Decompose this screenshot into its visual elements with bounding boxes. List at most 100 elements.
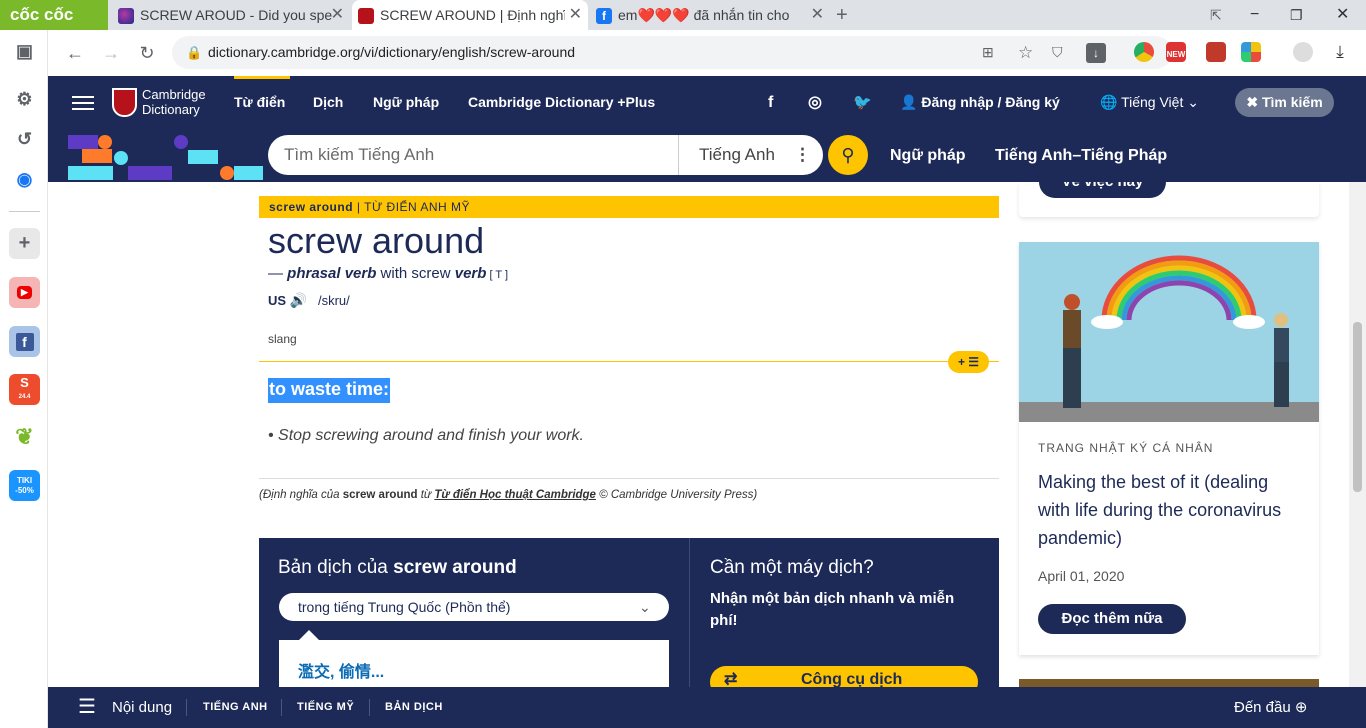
search-button[interactable]: ⚲ xyxy=(828,135,868,175)
jump-english[interactable]: TIẾNG ANH xyxy=(203,687,268,728)
language-label: Tiếng Việt xyxy=(1121,94,1184,110)
speaker-icon[interactable]: 🔊 xyxy=(290,292,307,308)
tiki-icon[interactable]: TIKI -50% xyxy=(9,470,40,501)
tab-bar: cốc cốc SCREW AROUD - Did you spe ✕ SCRE… xyxy=(0,0,1366,30)
divider xyxy=(281,699,282,716)
login-link[interactable]: 👤 Đăng nhập / Đăng ký xyxy=(900,76,1060,129)
nav-grammar[interactable]: Ngữ pháp xyxy=(373,76,439,129)
site-favicon-icon xyxy=(118,8,134,25)
blog-photo[interactable] xyxy=(1019,242,1319,422)
new-tab-icon[interactable]: + xyxy=(836,0,856,30)
back-to-top-link[interactable]: Đến đầu ⊕ xyxy=(1234,687,1307,728)
translation-result-text: 濫交, 偷情... xyxy=(298,664,385,681)
blog-date: April 01, 2020 xyxy=(1038,568,1125,584)
profile-avatar[interactable] xyxy=(1293,42,1313,62)
contents-link[interactable]: Nội dung xyxy=(112,687,172,728)
page-scrollbar[interactable] xyxy=(1349,182,1366,687)
language-select[interactable]: 🌐 Tiếng Việt ⌄ xyxy=(1100,76,1199,129)
translation-language-label: trong tiếng Trung Quốc (Phồn thể) xyxy=(298,599,511,615)
en-fr-link[interactable]: Tiếng Anh–Tiếng Pháp xyxy=(995,129,1167,182)
translation-title-prefix: Bản dịch của xyxy=(278,557,394,578)
search-input[interactable]: Tìm kiếm Tiếng Anh xyxy=(284,135,434,175)
cite-dictionary-link[interactable]: Từ điển Học thuật Cambridge xyxy=(434,489,596,501)
youtube-icon[interactable]: ▶ xyxy=(9,277,40,308)
translator-tool-button[interactable]: ⇄ Công cụ dịch xyxy=(710,666,978,687)
decor-dot xyxy=(114,151,128,165)
reload-icon[interactable]: ↻ xyxy=(134,40,160,66)
blog-card[interactable]: TRANG NHẬT KÝ CÁ NHÂN Making the best of… xyxy=(1019,242,1319,655)
close-icon: ✖ xyxy=(1246,94,1262,110)
tab-facebook[interactable]: f em❤️❤️❤️ đã nhắn tin cho ✕ xyxy=(592,0,830,30)
chrome-ext-icon[interactable] xyxy=(1134,42,1154,62)
shield-icon[interactable]: ⛉ xyxy=(1052,36,1063,69)
shopee-icon[interactable]: S 24.4 xyxy=(9,374,40,405)
jump-translation[interactable]: BẢN DỊCH xyxy=(385,687,443,728)
contents-menu-icon[interactable]: ☰ xyxy=(78,687,96,728)
translate-tool-icon: ⇄ xyxy=(724,671,738,687)
menu-icon[interactable] xyxy=(72,96,94,98)
tab-screw-aroud[interactable]: SCREW AROUD - Did you spe ✕ xyxy=(112,0,350,30)
chevron-down-icon: ⌄ xyxy=(1183,94,1199,110)
main-content: screw around | TỪ ĐIỂN ANH MỸ screw arou… xyxy=(48,182,1366,687)
add-to-list-button[interactable]: + ☰ xyxy=(948,351,989,373)
tab-cambridge[interactable]: SCREW AROUND | Định nghĩa ✕ xyxy=(352,0,588,30)
gear-icon[interactable]: ⚙ xyxy=(9,84,40,115)
jump-american[interactable]: TIẾNG MỸ xyxy=(297,687,354,728)
bookmark-star-icon[interactable]: ☆ xyxy=(1018,36,1033,69)
blog-title[interactable]: Making the best of it (dealing with life… xyxy=(1038,468,1303,552)
history-icon[interactable]: ↺ xyxy=(9,124,40,155)
color-grid-ext-icon[interactable] xyxy=(1241,42,1261,62)
decor-block xyxy=(68,135,98,149)
maximize-icon[interactable]: ❐ xyxy=(1290,0,1303,30)
user-icon: 👤 xyxy=(900,94,922,110)
sidebar-toggle-icon[interactable]: ▣ xyxy=(9,36,40,67)
close-window-icon[interactable]: ✕ xyxy=(1336,0,1349,30)
close-tab-icon[interactable]: ✕ xyxy=(564,0,582,30)
add-panel-icon[interactable]: + xyxy=(9,228,40,259)
search-toggle-button[interactable]: ✖ Tìm kiếm xyxy=(1235,88,1334,117)
instagram-icon[interactable]: ◎ xyxy=(808,76,822,129)
definition-rule xyxy=(259,361,999,362)
red-ext-icon[interactable] xyxy=(1206,42,1226,62)
nav-translate[interactable]: Dịch xyxy=(313,76,343,129)
translate-icon[interactable]: ⊞ xyxy=(982,36,994,69)
blog-kicker: TRANG NHẬT KÝ CÁ NHÂN xyxy=(1038,441,1214,455)
downloads-icon[interactable]: ⤓ xyxy=(1330,42,1350,62)
decor-block xyxy=(188,150,218,164)
nav-dictionary[interactable]: Từ điển xyxy=(234,76,285,129)
grammar-link[interactable]: Ngữ pháp xyxy=(890,129,966,182)
coccoc-logo[interactable]: cốc cốc xyxy=(0,0,108,30)
cite-suffix: © Cambridge University Press) xyxy=(595,489,758,501)
next-card-image[interactable] xyxy=(1019,679,1319,687)
facebook-icon[interactable]: f xyxy=(9,326,40,357)
tab-title: SCREW AROUD - Did you spe xyxy=(140,7,333,23)
translation-language-select[interactable]: trong tiếng Trung Quốc (Phồn thể) ⌄ xyxy=(279,593,669,621)
search-language-select[interactable]: Tiếng Anh ⋮ xyxy=(678,135,823,175)
forward-icon[interactable]: → xyxy=(98,40,124,66)
coccoc-leaf-icon[interactable]: ❦ xyxy=(9,421,40,452)
minimize-icon[interactable]: − xyxy=(1250,0,1259,30)
facebook-icon[interactable]: f xyxy=(768,76,773,129)
pos-prefix: — xyxy=(268,265,288,282)
lock-icon: 🔒 xyxy=(186,45,203,60)
site-logo[interactable]: Cambridge Dictionary xyxy=(142,87,206,117)
read-more-button[interactable]: Đọc thêm nữa xyxy=(1038,604,1186,634)
scrollbar-thumb[interactable] xyxy=(1353,322,1362,492)
url-field[interactable]: 🔒 dictionary.cambridge.org/vi/dictionary… xyxy=(172,36,1172,69)
citation: (Định nghĩa của screw around từ Từ điển … xyxy=(259,489,757,501)
messenger-icon[interactable]: ◉ xyxy=(9,164,40,195)
new-badge-ext-icon[interactable]: NEW xyxy=(1166,42,1186,62)
nav-plus[interactable]: Cambridge Dictionary +Plus xyxy=(468,76,655,129)
example-text: Stop screwing around and finish your wor… xyxy=(278,427,584,444)
close-tab-icon[interactable]: ✕ xyxy=(331,0,344,30)
twitter-icon[interactable]: 🐦 xyxy=(853,76,872,129)
search-box[interactable]: Tìm kiếm Tiếng Anh Tiếng Anh ⋮ xyxy=(268,135,823,175)
download-page-icon[interactable]: ↓ xyxy=(1086,43,1106,63)
back-icon[interactable]: ← xyxy=(62,40,88,66)
promo-card-button[interactable]: Về việc hay xyxy=(1039,182,1166,198)
translation-title: Bản dịch của screw around xyxy=(278,557,517,579)
pronunciation: US 🔊 /skru/ xyxy=(268,292,350,309)
close-tab-icon[interactable]: ✕ xyxy=(806,0,824,30)
globe-icon: 🌐 xyxy=(1100,94,1122,110)
restore-icon[interactable]: ⇱ xyxy=(1210,0,1222,30)
